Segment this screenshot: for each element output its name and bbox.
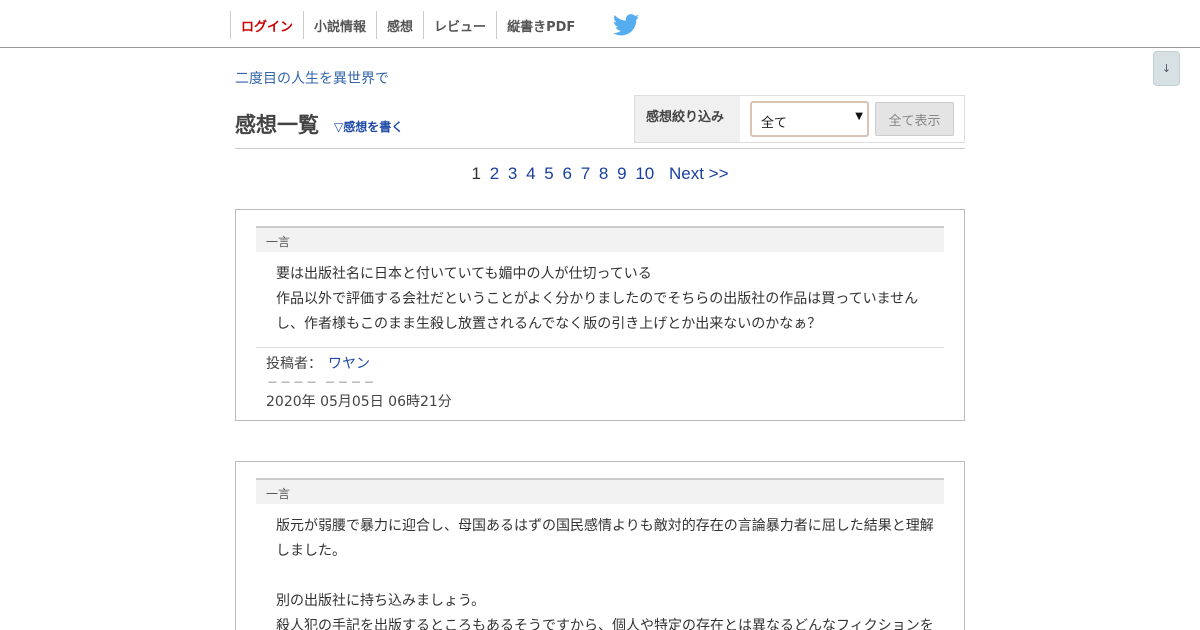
comment-line: 殺人犯の手記を出版するところもあるそうですから、個人や特定の存在とは異なるどんな… [276,618,934,630]
comment-date: 2020年 05月05日 06時21分 [266,394,452,410]
comment-line: 作品以外で評価する会社だということがよく分かりましたのでそちらの出版社の作品は買… [276,291,919,307]
twitter-share-button[interactable] [585,11,655,39]
page-link[interactable]: 3 [508,164,517,184]
comment-card: 一言 版元が弱腰で暴力に迎合し、母国あるはずの国民感情よりも敵対的存在の言論暴力… [235,461,965,630]
page-link[interactable]: 8 [599,164,608,184]
filter-select[interactable]: 全て ▼ [750,101,869,137]
author-label: 投稿者： [266,356,322,372]
comment-line: しました。 [276,543,346,559]
top-navigation-bar: ログイン 小説情報 感想 レビュー 縦書きPDF [0,0,1200,48]
twitter-bird-icon [613,14,640,36]
comment-section-head: 一言 [256,478,944,504]
comment-line: し、作者様もこのまま生殺し放置されるんでなく版の引き上げとか出来ないのかなぁ？ [276,316,822,332]
page-link-current: 1 [471,164,481,183]
comment-line: 版元が弱腰で暴力に迎合し、母国あるはずの国民感情よりも敵対的存在の言論暴力者に屈… [276,518,934,534]
comment-body: 版元が弱腰で暴力に迎合し、母国あるはずの国民感情よりも敵対的存在の言論暴力者に屈… [276,514,936,630]
next-page-link[interactable]: Next >> [669,164,729,184]
page-link[interactable]: 6 [563,164,572,184]
dropdown-caret-icon: ▼ [855,111,863,122]
comment-divider [256,347,944,348]
pagination: 1 2 3 4 5 6 7 8 9 10 Next >> [0,164,1200,184]
nav-menu: ログイン 小説情報 感想 レビュー 縦書きPDF [230,11,655,39]
page-title: 感想一覧 [235,113,319,137]
nav-item-impressions[interactable]: 感想 [376,11,423,39]
nav-item-novel-info[interactable]: 小説情報 [303,11,376,39]
comment-blank-line [276,564,936,589]
page-link[interactable]: 5 [544,164,553,184]
novel-title-link[interactable]: 二度目の人生を異世界で [235,68,389,88]
nav-item-review[interactable]: レビュー [423,11,496,39]
page-link[interactable]: 4 [526,164,535,184]
scroll-down-button[interactable]: ↓ [1153,51,1180,86]
comment-body: 要は出版社名に日本と付いていても媚中の人が仕切っている 作品以外で評価する会社だ… [276,262,936,337]
author-dashes: －－－－ －－－－ [267,376,377,389]
heading-divider [235,148,965,149]
write-impression-link[interactable]: ▽感想を書く [334,118,403,135]
filter-selected-value: 全て [761,116,788,131]
page-link[interactable]: 9 [617,164,626,184]
nav-item-vertical-pdf[interactable]: 縦書きPDF [496,11,585,39]
comment-author: 投稿者： ワヤン [266,353,370,373]
comment-line: 要は出版社名に日本と付いていても媚中の人が仕切っている [276,266,652,282]
comment-card: 一言 要は出版社名に日本と付いていても媚中の人が仕切っている 作品以外で評価する… [235,209,965,421]
author-name-link[interactable]: ワヤン [328,356,370,372]
comment-line: 別の出版社に持ち込みましょう。 [276,593,486,609]
filter-label: 感想絞り込み [635,96,740,142]
show-all-button[interactable]: 全て表示 [875,102,954,136]
page-link[interactable]: 10 [635,164,654,184]
impression-filter: 感想絞り込み 全て ▼ 全て表示 [634,95,965,143]
nav-item-login[interactable]: ログイン [230,11,303,39]
page-link[interactable]: 2 [490,164,499,184]
comment-section-head: 一言 [256,226,944,252]
page-link[interactable]: 7 [581,164,590,184]
